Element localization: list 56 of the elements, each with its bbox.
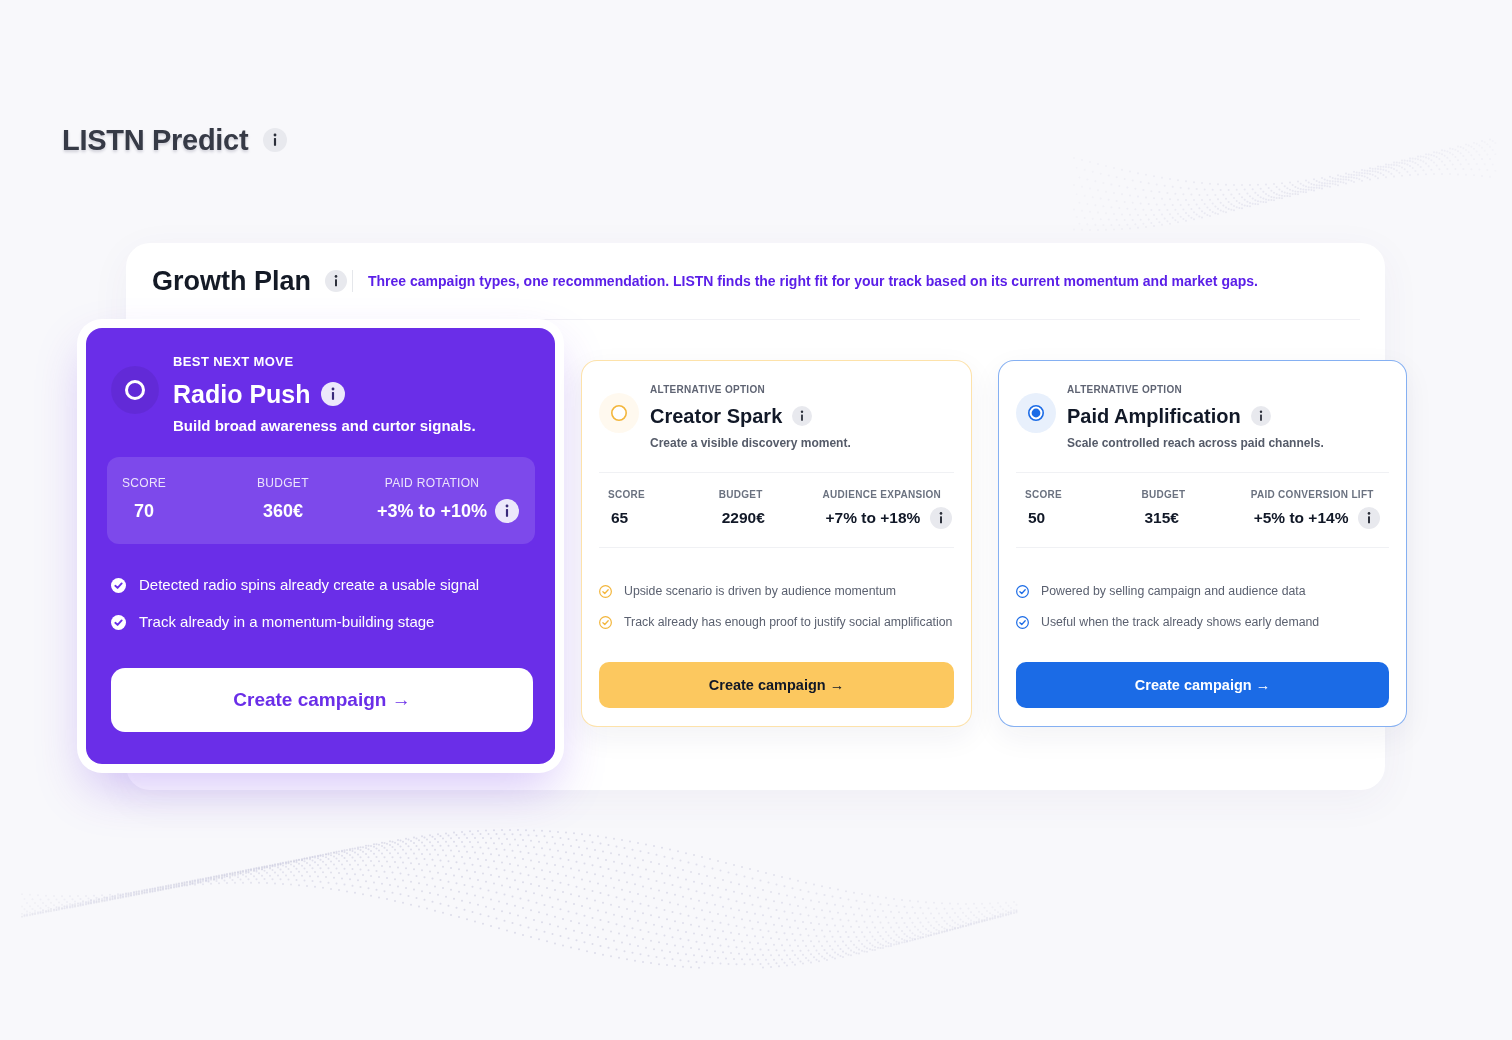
check-circle-icon: [599, 615, 612, 629]
metric-label: PAID ROTATION: [384, 476, 480, 490]
radio-icon[interactable]: [599, 393, 639, 433]
metric-value: 2290€: [721, 508, 765, 528]
radio-icon[interactable]: [1016, 393, 1056, 433]
check-circle-icon: [599, 584, 612, 598]
card-title: Creator Spark: [650, 404, 783, 429]
reason-text: Useful when the track already shows early demand: [1041, 614, 1320, 630]
check-circle-icon: [111, 614, 126, 630]
panel-description: Three campaign types, one recommendation. LISTN finds the right fit for your track based on its current momentum and market gaps.: [368, 272, 1258, 290]
metric-value: 315€: [1144, 508, 1179, 528]
metric-label: PAID CONVERSION LIFT: [1250, 488, 1374, 502]
reason-text: Powered by selling campaign and audience data: [1041, 583, 1306, 599]
panel-title: Growth Plan: [152, 265, 311, 298]
card-title: Paid Amplification: [1067, 404, 1241, 429]
create-campaign-button[interactable]: Create campaign →: [599, 662, 954, 708]
metric-value: 50: [1028, 508, 1046, 528]
check-circle-icon: [111, 577, 126, 593]
info-icon[interactable]: [1250, 406, 1271, 426]
metric-value: +7% to +18%: [825, 508, 921, 528]
card-title: Radio Push: [173, 379, 311, 409]
info-icon[interactable]: [1358, 507, 1381, 529]
create-campaign-button[interactable]: Create campaign →: [1016, 662, 1389, 708]
metric-label: BUDGET: [257, 476, 309, 490]
metric-value: +5% to +14%: [1253, 508, 1349, 528]
metric-label: AUDIENCE EXPANSION: [822, 488, 942, 502]
info-icon[interactable]: [325, 270, 347, 292]
metric-label: BUDGET: [1141, 488, 1186, 502]
create-campaign-button[interactable]: Create campaign →: [111, 668, 533, 732]
reason-text: Upside scenario is driven by audience momentum: [624, 583, 897, 599]
card-eyebrow: ALTERNATIVE OPTION: [650, 383, 767, 397]
metric-label: SCORE: [1025, 488, 1063, 502]
radio-icon[interactable]: [111, 366, 159, 414]
info-icon[interactable]: [320, 382, 345, 406]
check-circle-icon: [1016, 615, 1029, 629]
app-title: LISTN Predict: [62, 123, 249, 158]
reason-text: Track already has enough proof to justify social amplification: [624, 614, 953, 630]
metric-value: 70: [134, 500, 155, 522]
card-description: Scale controlled reach across paid channels.: [1067, 435, 1324, 451]
card-eyebrow: BEST NEXT MOVE: [173, 354, 295, 370]
reason-text: Track already in a momentum-building stage: [139, 612, 435, 632]
metric-label: SCORE: [122, 476, 167, 490]
info-icon[interactable]: [792, 406, 813, 426]
card-description: Build broad awareness and curtor signals.: [173, 417, 476, 435]
metric-label: BUDGET: [718, 488, 763, 502]
reason-text: Detected radio spins already create a usable signal: [139, 575, 480, 595]
card-eyebrow: ALTERNATIVE OPTION: [1067, 383, 1184, 397]
check-circle-icon: [1016, 584, 1029, 598]
info-icon[interactable]: [495, 499, 520, 523]
card-description: Create a visible discovery moment.: [650, 435, 851, 451]
metric-label: SCORE: [608, 488, 646, 502]
metric-value: +3% to +10%: [377, 500, 488, 522]
metric-value: 360€: [262, 500, 303, 522]
metric-value: 65: [611, 508, 629, 528]
info-icon[interactable]: [263, 128, 288, 152]
info-icon[interactable]: [930, 507, 953, 529]
